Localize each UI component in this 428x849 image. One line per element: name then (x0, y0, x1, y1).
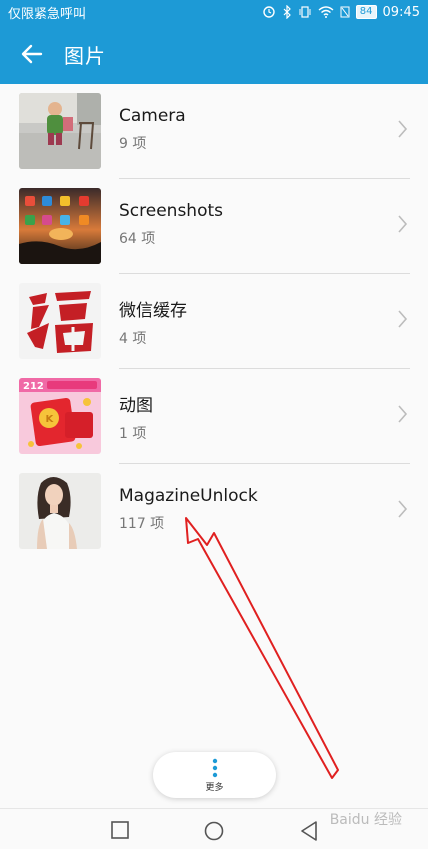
page-title: 图片 (64, 43, 106, 68)
chevron-right-icon (398, 405, 408, 423)
album-name: MagazineUnlock (119, 486, 258, 506)
album-item-camera[interactable]: Camera 9 项 (0, 84, 428, 179)
album-name: 动图 (119, 396, 153, 416)
album-thumbnail-camera (19, 93, 101, 169)
no-sim-icon (340, 6, 350, 18)
carrier-text: 仅限紧急呼叫 (8, 6, 87, 22)
more-button[interactable]: 更多 (153, 752, 276, 798)
album-count: 64 项 (119, 231, 156, 247)
album-info: Screenshots 64 项 (119, 201, 223, 248)
album-count: 1 项 (119, 426, 147, 442)
app-bar: 图片 (0, 24, 428, 84)
album-name: 微信缓存 (119, 301, 187, 321)
bluetooth-icon (283, 5, 291, 19)
album-name: Camera (119, 106, 186, 126)
square-icon[interactable] (111, 821, 129, 839)
more-vertical-icon (212, 758, 217, 777)
status-icons: 84 09:45 (262, 5, 420, 20)
album-item-magazine-unlock[interactable]: MagazineUnlock 117 项 (0, 464, 428, 559)
album-thumbnail-screenshots (19, 188, 101, 264)
alarm-icon (263, 6, 275, 18)
vibrate-icon (299, 6, 311, 18)
status-bar: 仅限紧急呼叫 84 09:45 (0, 0, 428, 24)
circle-icon[interactable] (204, 821, 224, 841)
album-list: Camera 9 项 Screenshots 64 项 微信缓存 4 项 212… (0, 84, 428, 559)
svg-text:K: K (46, 414, 55, 425)
svg-text:212: 212 (23, 381, 44, 392)
album-info: MagazineUnlock 117 项 (119, 486, 258, 533)
album-thumbnail-wechat-cache (19, 283, 101, 359)
back-button[interactable] (0, 24, 64, 84)
album-item-screenshots[interactable]: Screenshots 64 项 (0, 179, 428, 274)
chevron-right-icon (398, 215, 408, 233)
album-item-wechat-cache[interactable]: 微信缓存 4 项 (0, 274, 428, 369)
album-count: 117 项 (119, 516, 165, 532)
wifi-icon (318, 6, 334, 18)
album-thumbnail-magazine-unlock (19, 473, 101, 549)
album-thumbnail-gif: 212 K (19, 378, 101, 454)
album-name: Screenshots (119, 201, 224, 221)
album-count: 4 项 (119, 331, 147, 347)
triangle-back-icon[interactable] (300, 821, 318, 841)
chevron-right-icon (398, 120, 408, 138)
arrow-left-icon (21, 44, 43, 64)
clock: 09:45 (382, 4, 420, 20)
album-info: Camera 9 项 (119, 106, 186, 153)
battery-indicator: 84 (355, 5, 377, 19)
watermark: Baidu 经验 (329, 812, 402, 828)
album-info: 微信缓存 4 项 (119, 296, 187, 348)
more-button-label: 更多 (205, 782, 224, 793)
chevron-right-icon (398, 310, 408, 328)
album-item-gif[interactable]: 212 K 动图 1 项 (0, 369, 428, 464)
chevron-right-icon (398, 500, 408, 518)
album-count: 9 项 (119, 136, 147, 152)
album-info: 动图 1 项 (119, 391, 153, 443)
